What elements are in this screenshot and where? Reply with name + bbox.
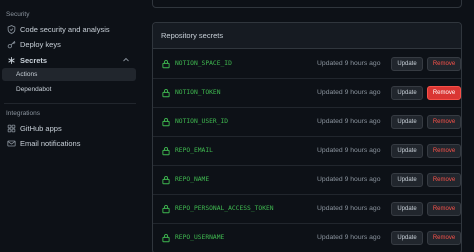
sidebar-subitem-label: Dependabot xyxy=(16,86,52,93)
remove-button[interactable]: Remove xyxy=(427,202,461,216)
panel-header: Repository secrets xyxy=(153,23,461,49)
chevron-up-icon[interactable] xyxy=(122,56,130,64)
sidebar-subitem-label: Actions xyxy=(16,71,38,78)
panel-title: Repository secrets xyxy=(161,31,224,40)
remove-button[interactable]: Remove xyxy=(427,86,461,100)
secret-updated-time: Updated 9 hours ago xyxy=(317,176,381,183)
secret-updated-time: Updated 9 hours ago xyxy=(317,205,381,212)
lock-icon xyxy=(161,175,171,185)
lock-icon xyxy=(161,88,171,98)
secret-name: REPO_NAME xyxy=(175,176,210,183)
secret-name: NOTION_TOKEN xyxy=(175,89,221,96)
repository-secrets-panel: Repository secrets NOTION_SPACE_ID Update… xyxy=(152,22,462,252)
security-section-title: Security xyxy=(6,11,30,18)
secret-name: REPO_PERSONAL_ACCESS_TOKEN xyxy=(175,205,274,212)
secret-row: REPO_EMAIL Updated 9 hours ago Update Remov… xyxy=(153,137,461,166)
mail-icon xyxy=(6,138,16,148)
secret-updated-time: Updated 9 hours ago xyxy=(317,147,381,154)
secret-row: REPO_PERSONAL_ACCESS_TOKEN Updated 9 hour… xyxy=(153,195,461,224)
secret-row: NOTION_USER_ID Updated 9 hours ago Update R… xyxy=(153,108,461,137)
update-button[interactable]: Update xyxy=(391,86,423,100)
update-button[interactable]: Update xyxy=(391,115,423,129)
lock-icon xyxy=(161,204,171,214)
secret-row: REPO_NAME Updated 9 hours ago Update Remove xyxy=(153,166,461,195)
sidebar-item-label: Email notifications xyxy=(20,138,81,148)
secret-name: REPO_USERNAME xyxy=(175,234,225,241)
remove-button[interactable]: Remove xyxy=(427,144,461,158)
secret-name: NOTION_USER_ID xyxy=(175,118,229,125)
secret-row: REPO_USERNAME Updated 9 hours ago Update Re… xyxy=(153,224,461,252)
sidebar-subitem-dependabot[interactable]: Dependabot xyxy=(2,83,136,96)
sidebar-item-label: GitHub apps xyxy=(20,123,62,133)
sidebar-divider xyxy=(4,103,136,104)
remove-button[interactable]: Remove xyxy=(427,57,461,71)
remove-button[interactable]: Remove xyxy=(427,115,461,129)
lock-icon xyxy=(161,59,171,69)
update-button[interactable]: Update xyxy=(391,202,423,216)
update-button[interactable]: Update xyxy=(391,231,423,245)
secret-row: NOTION_TOKEN Updated 9 hours ago Update Rem… xyxy=(153,79,461,108)
update-button[interactable]: Update xyxy=(391,144,423,158)
sidebar-item-label: Code security and analysis xyxy=(20,24,110,34)
update-button[interactable]: Update xyxy=(391,57,423,71)
secret-row: NOTION_SPACE_ID Updated 9 hours ago Update… xyxy=(153,50,461,79)
apps-icon xyxy=(6,123,16,133)
secret-updated-time: Updated 9 hours ago xyxy=(317,60,381,67)
sidebar-item-code-security[interactable]: Code security and analysis xyxy=(2,22,136,36)
asterisk-icon xyxy=(6,55,16,65)
secret-updated-time: Updated 9 hours ago xyxy=(317,118,381,125)
secret-name: NOTION_SPACE_ID xyxy=(175,60,232,67)
settings-sidebar: Security Code security and analysis Depl… xyxy=(0,0,140,252)
remove-button[interactable]: Remove xyxy=(427,173,461,187)
lock-icon xyxy=(161,233,171,243)
sidebar-item-label: Secrets xyxy=(20,55,48,65)
shield-check-icon xyxy=(6,24,16,34)
sidebar-item-github-apps[interactable]: GitHub apps xyxy=(2,121,136,135)
remove-button[interactable]: Remove xyxy=(427,231,461,245)
secret-updated-time: Updated 9 hours ago xyxy=(317,234,381,241)
sidebar-item-label: Deploy keys xyxy=(20,39,61,49)
integrations-section-title: Integrations xyxy=(6,110,40,117)
secret-updated-time: Updated 9 hours ago xyxy=(317,89,381,96)
lock-icon xyxy=(161,146,171,156)
key-icon xyxy=(6,39,16,49)
sidebar-item-email-notifications[interactable]: Email notifications xyxy=(2,136,136,150)
update-button[interactable]: Update xyxy=(391,173,423,187)
sidebar-item-deploy-keys[interactable]: Deploy keys xyxy=(2,37,136,51)
previous-panel xyxy=(152,0,462,8)
sidebar-item-secrets[interactable]: Secrets xyxy=(2,53,136,67)
sidebar-subitem-actions[interactable]: Actions xyxy=(2,68,136,81)
lock-icon xyxy=(161,117,171,127)
secret-name: REPO_EMAIL xyxy=(175,147,213,154)
